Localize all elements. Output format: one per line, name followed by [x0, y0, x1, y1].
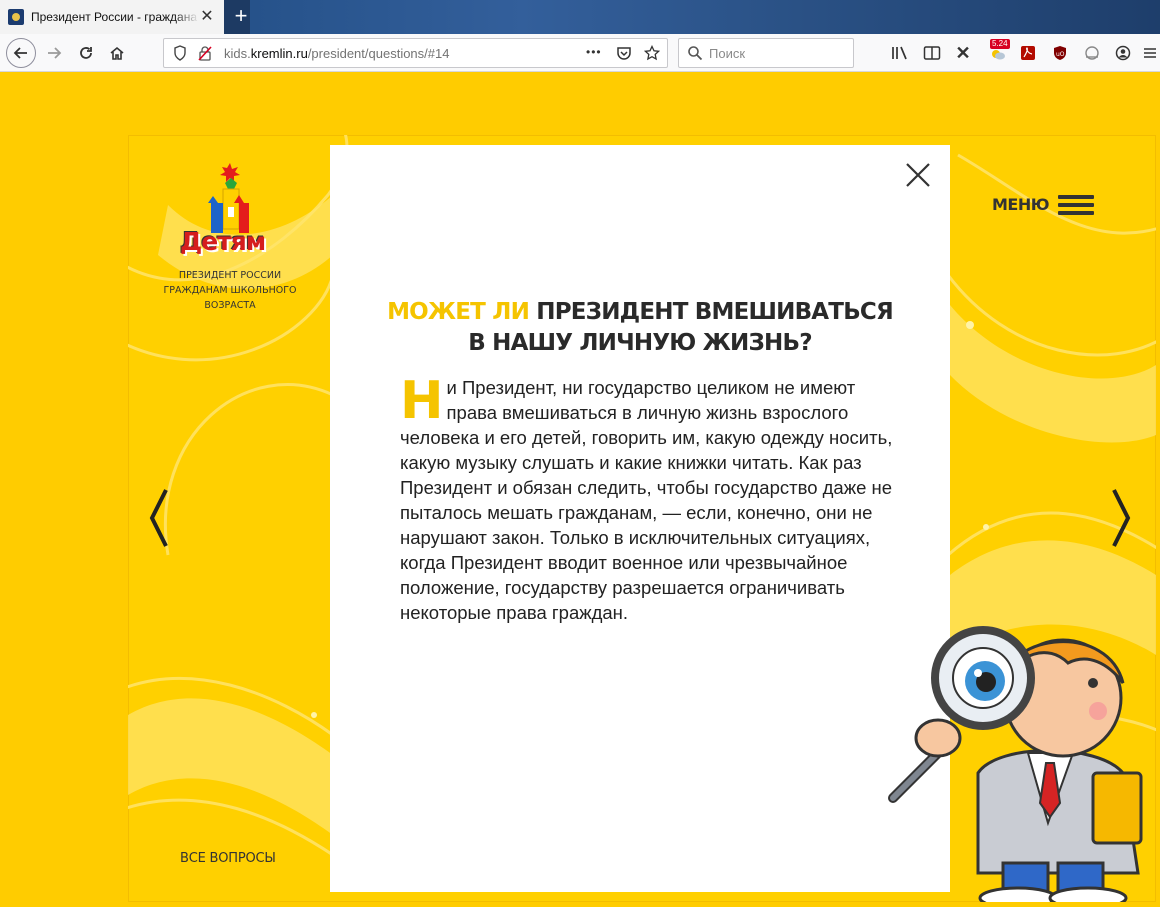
account-icon	[1115, 45, 1131, 61]
pdf-extension-button[interactable]	[1018, 43, 1038, 63]
toolbar-extension-button[interactable]	[1082, 43, 1102, 63]
reload-icon	[80, 47, 92, 59]
question-title-highlight: МОЖЕТ ЛИ	[387, 299, 530, 325]
svg-text:uO: uO	[1056, 51, 1065, 58]
app-menu-button[interactable]	[1140, 43, 1160, 63]
hamburger-icon	[1144, 48, 1156, 58]
browser-navbar: kids.kremlin.ru/president/questions/#14 …	[0, 34, 1160, 72]
browser-tab-active[interactable]: Президент России - граждана ✕	[0, 0, 224, 34]
ublock-button[interactable]: uO	[1050, 43, 1070, 63]
question-title-line2: В НАШУ ЛИЧНУЮ ЖИЗНЬ?	[468, 330, 812, 356]
search-bar[interactable]: Поиск	[678, 38, 854, 68]
url-text: kids.kremlin.ru/president/questions/#14	[224, 46, 449, 61]
reader-view-icon	[923, 46, 941, 60]
chevron-left-icon[interactable]	[146, 488, 172, 548]
star-icon[interactable]	[643, 44, 661, 61]
hamburger-icon[interactable]	[1058, 195, 1094, 215]
detective-boy-illustration	[888, 626, 1143, 902]
page-frame: Детям ПРЕЗИДЕНТ РОССИИ ГРАЖДАНАМ ШКОЛЬНО…	[128, 135, 1156, 902]
home-button[interactable]	[103, 39, 131, 67]
chevron-right-icon[interactable]	[1108, 488, 1134, 548]
tab-close-button[interactable]: ✕	[198, 8, 216, 26]
forward-button[interactable]	[40, 39, 68, 67]
ublock-shield-icon: uO	[1054, 46, 1066, 60]
question-modal: МОЖЕТ ЛИ ПРЕЗИДЕНТ ВМЕШИВАТЬСЯ В НАШУ ЛИЧ…	[330, 145, 950, 892]
arrow-right-icon	[48, 47, 62, 59]
search-icon	[688, 46, 703, 61]
x-extension-icon: ✕	[955, 42, 971, 63]
pdf-icon	[1021, 46, 1035, 60]
account-button[interactable]	[1113, 43, 1133, 63]
browser-tabbar: Президент России - граждана ✕ +	[0, 0, 1160, 34]
library-button[interactable]	[890, 43, 910, 63]
reload-button[interactable]	[72, 39, 100, 67]
kremlin-favicon-icon	[8, 9, 24, 25]
weather-badge: 5.24	[990, 39, 1010, 49]
tabbar-background	[250, 0, 1160, 34]
menu-label[interactable]: МЕНЮ	[992, 195, 1050, 214]
home-icon	[110, 46, 124, 60]
x-extension-button[interactable]: ✕	[953, 43, 973, 63]
reader-view-button[interactable]	[922, 43, 942, 63]
logo-caption: ПРЕЗИДЕНТ РОССИИ ГРАЖДАНАМ ШКОЛЬНОГО ВОЗ…	[163, 270, 297, 311]
back-button[interactable]	[6, 38, 36, 68]
question-title: МОЖЕТ ЛИ ПРЕЗИДЕНТ ВМЕШИВАТЬСЯ В НАШУ ЛИЧ…	[360, 297, 920, 359]
url-prefix: kids.	[224, 46, 251, 61]
question-title-line1: ПРЕЗИДЕНТ ВМЕШИВАТЬСЯ	[529, 299, 893, 325]
answer-drop-cap: Н	[400, 371, 444, 431]
search-placeholder: Поиск	[709, 46, 746, 61]
url-bar[interactable]: kids.kremlin.ru/president/questions/#14 …	[163, 38, 668, 68]
page-actions-button[interactable]: •••	[586, 45, 602, 59]
answer-body: и Президент, ни государство целиком не и…	[400, 377, 893, 623]
logo-wordmark: Детям	[180, 227, 266, 256]
url-path: /president/questions/#14	[307, 46, 450, 61]
tab-title: Президент России - граждана	[31, 10, 197, 24]
shield-icon[interactable]	[172, 45, 188, 61]
arrow-left-icon	[13, 47, 27, 59]
answer-text: Ни Президент, ни государство целиком не …	[400, 375, 900, 625]
all-questions-link[interactable]: ВСЕ ВОПРОСЫ	[180, 851, 276, 866]
cloud-icon	[1085, 46, 1099, 60]
library-icon	[892, 46, 907, 60]
new-tab-button[interactable]: +	[230, 4, 252, 28]
url-host: kremlin.ru	[250, 46, 308, 61]
close-icon[interactable]	[904, 161, 932, 189]
insecure-lock-icon[interactable]	[197, 45, 213, 61]
pocket-icon[interactable]	[616, 45, 632, 61]
